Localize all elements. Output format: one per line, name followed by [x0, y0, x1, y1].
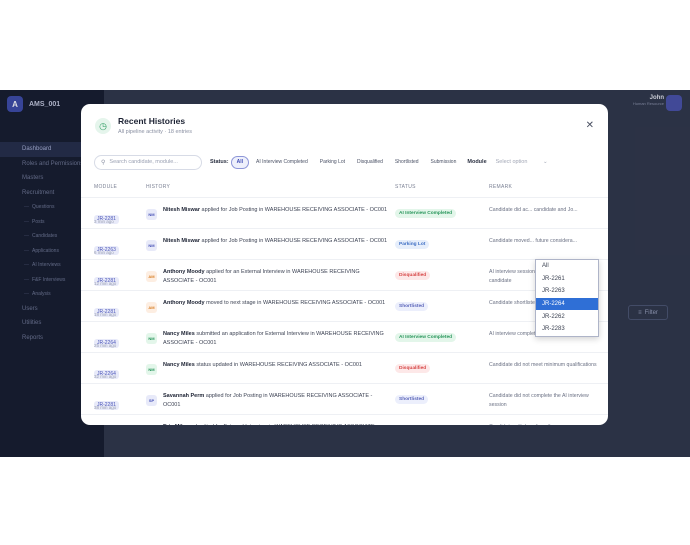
remark-text: Candidate did not meet minimum qualifica…	[489, 362, 597, 368]
dropdown-option[interactable]: JR-2262	[536, 310, 598, 323]
table-row[interactable]: JR-2281 3 min ago NM Nitesh Miswar applied …	[81, 197, 608, 228]
history-text: Nitesh Miswar applied for Job Posting in…	[163, 207, 388, 213]
clock-icon: ◷	[95, 118, 111, 134]
status-chip[interactable]: Parking Lot	[315, 156, 350, 169]
modal-title: Recent Histories	[118, 116, 186, 126]
avatar: NM	[146, 364, 157, 375]
dropdown-option[interactable]: JR-2264	[536, 297, 598, 311]
timestamp: 18 min ago	[94, 312, 117, 317]
table-row[interactable]: JR-2281 18 min ago AM Anthony Moody moved t…	[81, 290, 608, 321]
status-badge: Disqualified	[395, 364, 431, 373]
remark-text: Candidate did not complete the AI interv…	[489, 393, 589, 408]
app-screen: A AMS_001 Dashboard Roles and Permissions…	[0, 90, 690, 457]
candidate-name[interactable]: Eric Miles	[163, 424, 189, 425]
history-text: Savannah Perm applied for Job Posting in…	[163, 393, 373, 408]
status-chip[interactable]: Disqualified	[352, 156, 388, 169]
history-text: Nancy Miles submitted an application for…	[163, 331, 384, 346]
modal-subtitle: All pipeline activity · 18 entries	[118, 129, 192, 135]
remark-text: Candidate withdrew from the process	[489, 423, 599, 425]
candidate-name[interactable]: Savannah Perm	[163, 393, 204, 399]
avatar: SP	[146, 395, 157, 406]
table-row[interactable]: JR-2263 6 min ago NM Nitesh Miswar applied …	[81, 228, 608, 259]
candidate-name[interactable]: Nancy Miles	[163, 331, 195, 337]
avatar: AM	[146, 271, 157, 282]
avatar: AM	[146, 302, 157, 313]
status-chips: All AI Interview Completed Parking Lot Disq…	[229, 155, 462, 169]
avatar: NM	[146, 333, 157, 344]
dropdown-option[interactable]: JR-2263	[536, 285, 598, 298]
module-select[interactable]: Select option ⌄	[491, 156, 553, 169]
avatar: NM	[146, 209, 157, 220]
avatar: NM	[146, 240, 157, 251]
history-text: Anthony Moody moved to next stage in WAR…	[163, 300, 386, 306]
dropdown-option[interactable]: JR-2283	[536, 323, 598, 336]
candidate-name[interactable]: Anthony Moody	[163, 300, 205, 306]
candidate-name[interactable]: Anthony Moody	[163, 269, 205, 275]
status-filter-label: Status:	[210, 159, 229, 165]
candidate-name[interactable]: Nancy Miles	[163, 362, 195, 368]
remark-text: Candidate did ac... candidate and Jo...	[489, 207, 578, 213]
history-text: Nancy Miles status updated in WAREHOUSE …	[163, 362, 362, 368]
status-badge: Parking Lot	[395, 240, 430, 249]
history-text: Eric Miles submitted for External Interv…	[163, 423, 389, 425]
timestamp: 25 min ago	[94, 343, 117, 348]
table-row[interactable]: JR-2281 38 min ago SP Savannah Perm applied…	[81, 383, 608, 414]
table-row[interactable]: JR-2281 12 min ago AM Anthony Moody applied…	[81, 259, 608, 290]
timestamp: 6 min ago	[94, 250, 114, 255]
table-row[interactable]: JR-228145 min agoEMEric Miles submitted …	[81, 414, 608, 425]
dropdown-option[interactable]: All	[536, 260, 598, 273]
module-select-placeholder: Select option	[495, 159, 528, 165]
timestamp: 12 min ago	[94, 281, 117, 286]
column-module: MODULE	[94, 184, 118, 190]
status-badge: AI Interview Completed	[395, 209, 457, 218]
candidate-name[interactable]: Nitesh Miswar	[163, 207, 200, 213]
search-input[interactable]	[109, 159, 200, 165]
filter-toolbar: ⚲ Status: AllAI Interview CompletedParki…	[94, 154, 599, 170]
status-chip[interactable]: All	[230, 155, 250, 169]
table-row[interactable]: JR-2264 25 min ago NM Nancy Miles submitted…	[81, 321, 608, 352]
timestamp: 32 min ago	[94, 374, 117, 379]
column-remark: REMARK	[489, 184, 513, 190]
search-icon: ⚲	[101, 159, 106, 166]
search-box[interactable]: ⚲	[94, 154, 202, 170]
module-dropdown: All JR-2261 JR-2263 JR-2264 JR-2262 JR-2283	[535, 259, 599, 337]
chevron-down-icon: ⌄	[543, 159, 548, 165]
status-badge: AI Interview Completed	[395, 333, 457, 342]
status-chip[interactable]: Submission	[426, 156, 462, 169]
dropdown-option[interactable]: JR-2261	[536, 273, 598, 286]
module-cell: JR-2281	[94, 424, 119, 425]
status-chip[interactable]: Shortlisted	[390, 156, 424, 169]
column-history: HISTORY	[146, 184, 171, 190]
timestamp: 3 min ago	[94, 219, 114, 224]
table-row[interactable]: JR-2264 32 min ago NM Nancy Miles status up…	[81, 352, 608, 383]
close-icon[interactable]: ✕	[586, 120, 594, 131]
timestamp: 38 min ago	[94, 405, 117, 410]
module-filter-label: Module	[467, 159, 487, 165]
history-text: Anthony Moody applied for an External In…	[163, 269, 360, 284]
recent-histories-modal: ◷ Recent Histories All pipeline activity…	[81, 104, 608, 425]
status-badge: Disqualified	[395, 271, 431, 280]
candidate-name[interactable]: Nitesh Miswar	[163, 238, 200, 244]
status-chip[interactable]: AI Interview Completed	[251, 156, 313, 169]
status-badge: Shortlisted	[395, 395, 429, 404]
column-status: STATUS	[395, 184, 416, 190]
table-header: MODULE HISTORY STATUS REMARK	[94, 184, 599, 194]
history-text: Nitesh Miswar applied for Job Posting in…	[163, 238, 388, 244]
remark-text: Candidate moved... future considera...	[489, 238, 577, 244]
status-badge: Shortlisted	[395, 302, 429, 311]
